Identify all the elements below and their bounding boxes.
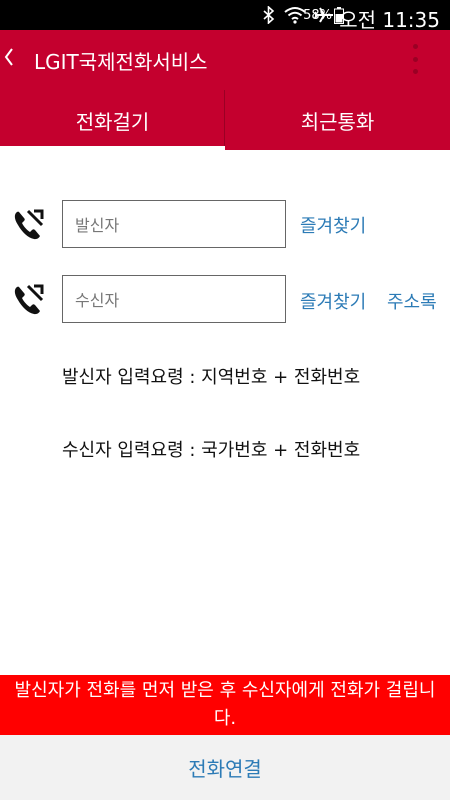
tab-selected-indicator — [0, 146, 225, 150]
bluetooth-icon — [262, 5, 276, 28]
phone-forward-icon — [10, 282, 46, 318]
overflow-menu-icon[interactable] — [410, 44, 420, 74]
app-title: LGIT국제전화서비스 — [34, 50, 208, 74]
tab-dial-label: 전화걸기 — [75, 109, 150, 134]
back-chevron-icon[interactable] — [4, 46, 14, 74]
app-bar: LGIT국제전화서비스 — [0, 30, 450, 90]
status-bar: 58% 오전 11:35 — [0, 0, 450, 32]
connect-call-button[interactable]: 전화연결 — [188, 753, 262, 782]
call-notice-banner: 발신자가 전화를 먼저 받은 후 수신자에게 전화가 걸립니다. — [0, 675, 450, 735]
tab-bar: 전화걸기 최근통화 — [0, 90, 450, 150]
receiver-placeholder: 수신자 — [75, 291, 120, 310]
receiver-favorites-link[interactable]: 즐겨찾기 — [300, 288, 366, 314]
tab-dial[interactable]: 전화걸기 — [0, 90, 225, 150]
clock: 오전 11:35 — [339, 8, 440, 32]
caller-favorites-link[interactable]: 즐겨찾기 — [300, 212, 366, 238]
caller-input-guide: 발신자 입력요령 : 지역번호 + 전화번호 — [62, 367, 361, 388]
battery-percent: 58% — [303, 8, 332, 23]
receiver-input[interactable]: 수신자 — [62, 275, 286, 323]
receiver-input-guide: 수신자 입력요령 : 국가번호 + 전화번호 — [62, 440, 361, 461]
tab-recent-calls[interactable]: 최근통화 — [225, 90, 450, 150]
phone-forward-icon — [10, 207, 46, 243]
bottom-action-bar[interactable]: 전화연결 — [0, 735, 450, 800]
tab-recent-calls-label: 최근통화 — [300, 109, 375, 134]
caller-input[interactable]: 발신자 — [62, 200, 286, 248]
caller-placeholder: 발신자 — [75, 216, 120, 235]
receiver-contacts-link[interactable]: 주소록 — [387, 288, 437, 314]
